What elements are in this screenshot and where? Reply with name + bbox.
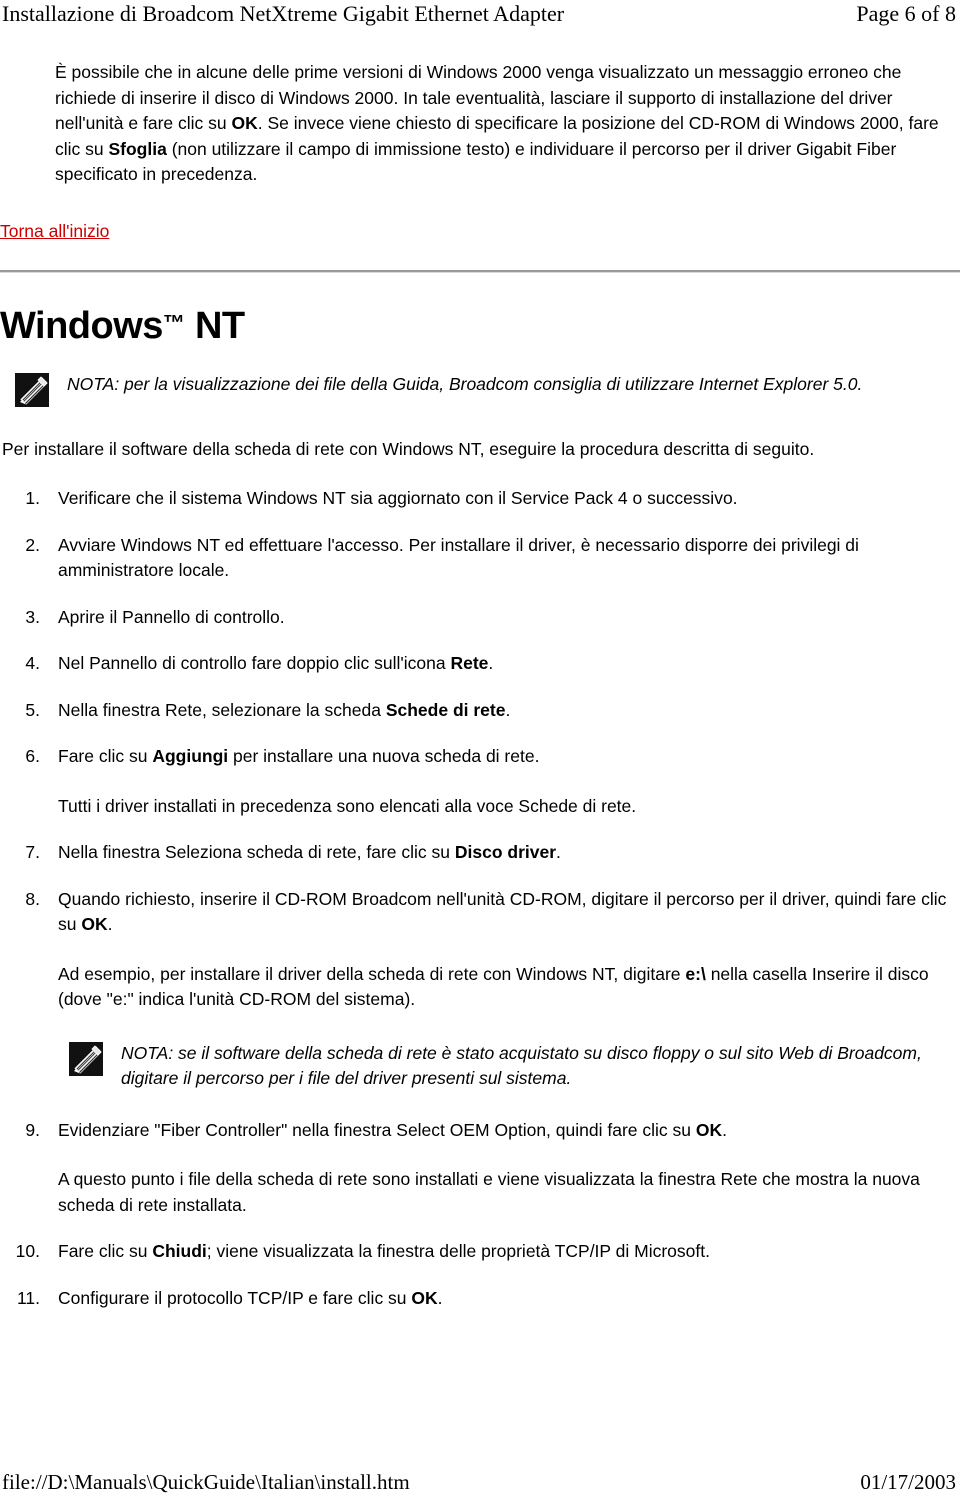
list-item: 7. Nella finestra Seleziona scheda di ret… <box>0 840 960 866</box>
step-text-tail: . <box>505 699 511 720</box>
step-number: 9. <box>25 1119 40 1140</box>
list-item: 9. Evidenziare "Fiber Controller" nella f… <box>0 1118 960 1219</box>
note-text-2: NOTA: se il software della scheda di ret… <box>121 1042 922 1089</box>
step-number: 8. <box>25 888 40 909</box>
list-item: 8. Quando richiesto, inserire il CD-ROM B… <box>0 887 960 1013</box>
step-number: 6. <box>25 746 40 766</box>
list-item: 3. Aprire il Pannello di controllo. <box>0 605 960 631</box>
section-heading-main: Windows <box>0 304 163 347</box>
step-text-tail: . <box>556 842 561 862</box>
step-number: 5. <box>25 699 40 720</box>
step-text: Evidenziare "Fiber Controller" nella fin… <box>58 1119 696 1140</box>
list-item: 1. Verificare che il sistema Windows NT s… <box>0 486 960 512</box>
section-heading-rest: NT <box>184 304 245 347</box>
back-to-top-wrapper: Torna all'inizio <box>0 219 960 244</box>
step-number: 7. <box>25 842 40 862</box>
step-text: Verificare che il sistema Windows NT sia… <box>58 488 738 508</box>
intro-bold-ok: OK <box>231 113 258 133</box>
step-text: Fare clic su <box>58 1241 153 1261</box>
step-text: Nella finestra Rete, selezionare la sche… <box>58 699 386 720</box>
back-to-top-link[interactable]: Torna all'inizio <box>0 221 109 241</box>
step-number: 4. <box>25 653 40 673</box>
horizontal-rule <box>0 269 960 273</box>
note-pencil-icon <box>68 1039 104 1079</box>
trademark-icon: ™ <box>162 309 185 335</box>
step-text-tail: per installare una nuova scheda di rete. <box>228 746 540 766</box>
list-item: 6. Fare clic su Aggiungi per installare u… <box>0 744 960 819</box>
note-text-1: NOTA: per la visualizzazione dei file de… <box>67 373 863 394</box>
step-text-tail: . <box>488 653 494 673</box>
page-number-label: Page 6 of 8 <box>856 1 956 26</box>
step-number: 3. <box>25 606 40 627</box>
section-heading: Windows™ NT <box>0 301 960 348</box>
note-callout-2: NOTA: se il software della scheda di ret… <box>0 1039 960 1092</box>
document-body: È possibile che in alcune delle prime ve… <box>0 60 960 1332</box>
step-subparagraph-part-1: Ad esempio, per installare il driver del… <box>58 963 686 984</box>
step-text: Quando richiesto, inserire il CD-ROM Bro… <box>58 888 947 935</box>
lead-paragraph: Per installare il software della scheda … <box>2 438 815 459</box>
step-text: Configurare il protocollo TCP/IP e fare … <box>58 1287 412 1308</box>
footer-file-path: file://D:\Manuals\QuickGuide\Italian\ins… <box>2 1470 410 1494</box>
step-bold-term: Schede di rete <box>385 699 506 720</box>
footer-date: 01/17/2003 <box>860 1470 956 1494</box>
step-number: 10. <box>15 1241 40 1261</box>
step-number: 2. <box>25 534 40 555</box>
step-bold-term: Aggiungi <box>152 746 229 766</box>
step-bold-term: OK <box>695 1119 723 1140</box>
step-text: Nel Pannello di controllo fare doppio cl… <box>58 653 451 673</box>
list-item: 2. Avviare Windows NT ed effettuare l'acc… <box>0 533 960 584</box>
step-subparagraph: A questo punto i file della scheda di re… <box>58 1169 920 1215</box>
step-number: 11. <box>16 1287 40 1308</box>
step-text: Aprire il Pannello di controllo. <box>58 606 285 627</box>
step-number: 1. <box>25 488 40 508</box>
step-bold-term: OK <box>411 1287 438 1308</box>
step-text: Avviare Windows NT ed effettuare l'acces… <box>58 534 859 581</box>
page-header: Installazione di Broadcom NetXtreme Giga… <box>0 0 960 34</box>
step-text: Nella finestra Seleziona scheda di rete,… <box>58 842 455 862</box>
step-subparagraph-bold: e:\ <box>685 963 706 984</box>
step-text: Fare clic su <box>58 746 153 766</box>
step-bold-term: Rete <box>450 653 489 673</box>
intro-paragraph: È possibile che in alcune delle prime ve… <box>0 60 960 188</box>
list-item: 4. Nel Pannello di controllo fare doppio … <box>0 651 960 677</box>
step-text-tail: . <box>437 1287 443 1308</box>
step-subparagraph: Tutti i driver installati in precedenza … <box>58 795 637 816</box>
note-callout-1: NOTA: per la visualizzazione dei file de… <box>0 370 960 410</box>
step-subparagraph: Ad esempio, per installare il driver del… <box>58 962 952 1013</box>
note-pencil-icon <box>14 370 50 410</box>
step-bold-term: OK <box>81 914 108 934</box>
page-footer: file://D:\Manuals\QuickGuide\Italian\ins… <box>0 1469 960 1495</box>
step-text-tail: ; viene visualizzata la finestra delle p… <box>206 1241 710 1261</box>
step-text-tail: . <box>722 1119 727 1140</box>
step-bold-term: Chiudi <box>152 1241 207 1261</box>
steps-list: 1. Verificare che il sistema Windows NT s… <box>0 486 960 1311</box>
step-text-tail: . <box>107 914 113 934</box>
document-title: Installazione di Broadcom NetXtreme Giga… <box>2 1 565 26</box>
list-item: 11. Configurare il protocollo TCP/IP e fa… <box>0 1286 960 1312</box>
intro-bold-sfoglia: Sfoglia <box>108 138 167 159</box>
list-item: 5. Nella finestra Rete, selezionare la sc… <box>0 698 960 724</box>
step-bold-term: Disco driver <box>454 842 557 862</box>
intro-text-part-3: (non utilizzare il campo di immissione t… <box>55 138 897 185</box>
list-item: 10. Fare clic su Chiudi; viene visualizza… <box>0 1239 960 1265</box>
